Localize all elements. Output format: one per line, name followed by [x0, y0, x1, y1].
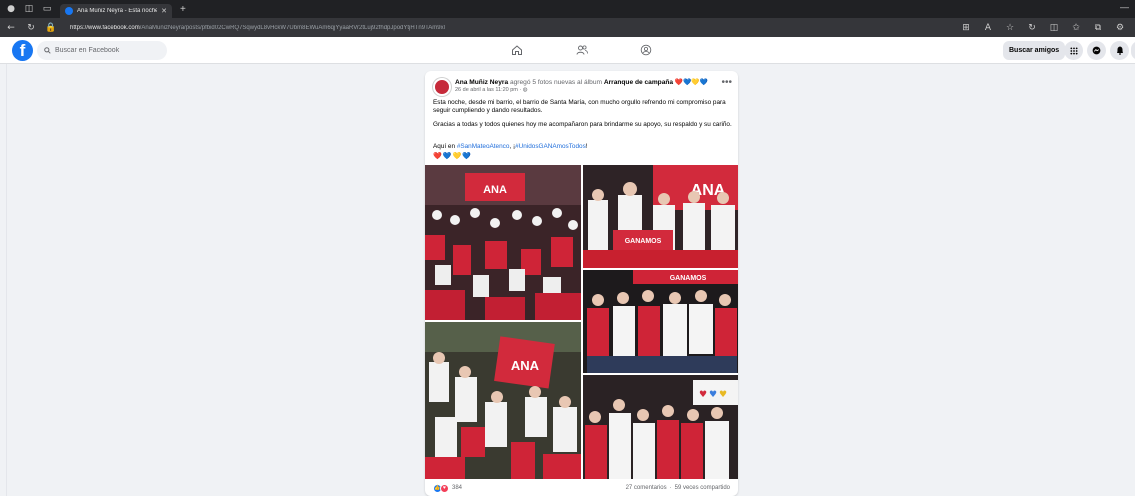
minimize-window-icon[interactable]: —: [1120, 2, 1129, 12]
groups-icon[interactable]: [639, 43, 653, 57]
photo-group-bottom-right[interactable]: ♥ ♥ ♥: [583, 375, 738, 479]
reaction-count[interactable]: 384: [452, 485, 462, 491]
browser-address-bar: ← ↻ 🔒 https://www.facebook.com/AnaMunizN…: [0, 18, 1135, 37]
search-input[interactable]: [55, 47, 155, 54]
post-date[interactable]: 26 de abril a las 11:20 pm: [455, 87, 518, 93]
hashtags-prefix: Aquí en: [433, 143, 457, 150]
post-timestamp[interactable]: 26 de abril a las 11:20 pm · ◍: [455, 87, 528, 93]
hashtag-san-mateo-atenco[interactable]: #SanMateoAtenco: [457, 143, 510, 150]
post-author-line: Ana Muñiz Neyra agregó 5 fotos nuevas al…: [455, 78, 713, 86]
post-card: Ana Muñiz Neyra agregó 5 fotos nuevas al…: [425, 71, 738, 496]
banner-ana-text-1: ANA: [483, 184, 507, 196]
heart-blue-icon: 💙: [442, 153, 452, 160]
friends-icon[interactable]: [575, 43, 589, 57]
more-options-icon[interactable]: •••: [721, 77, 732, 88]
profile-avatar-edge[interactable]: [1131, 41, 1135, 60]
post-paragraph-1: Esta noche, desde mi barrio, el barrio d…: [433, 99, 726, 115]
heart-lightblue-icon: 💙: [462, 153, 471, 160]
banner-ana-text-3: ANA: [511, 358, 540, 373]
photo-crowd-bottom-left[interactable]: ANA: [425, 322, 581, 479]
post-footer: 👍 ♥ 384 27 comentarios · 59 veces compar…: [425, 480, 738, 496]
back-icon[interactable]: ←: [6, 23, 16, 33]
menu-grid-icon[interactable]: [1064, 41, 1083, 60]
find-friends-button[interactable]: Buscar amigos: [1003, 41, 1066, 60]
close-tab-icon[interactable]: ✕: [161, 7, 167, 15]
post-paragraph-2: Gracias a todas y todos quienes hoy me a…: [433, 121, 732, 128]
heart-red-icon: ❤️: [433, 153, 442, 160]
split-screen-icon[interactable]: ◫: [1049, 23, 1059, 33]
app-available-icon[interactable]: ⊞: [961, 23, 971, 33]
author-name[interactable]: Ana Muñiz Neyra: [455, 79, 508, 86]
facebook-favicon-icon: [65, 7, 73, 15]
url-field[interactable]: https://www.facebook.com/AnaMunizNeyra/p…: [70, 25, 951, 31]
globe-icon: ◍: [522, 87, 528, 93]
page-left-edge: [0, 64, 7, 496]
author-avatar[interactable]: [433, 78, 451, 96]
settings-icon[interactable]: ⚙: [1115, 23, 1125, 33]
messenger-icon[interactable]: [1087, 41, 1106, 60]
love-reaction-icon: ♥: [440, 483, 449, 493]
reload-icon[interactable]: ↻: [26, 23, 36, 33]
comments-count[interactable]: 27 comentarios: [626, 485, 667, 491]
svg-text:♥: ♥: [699, 390, 707, 400]
album-link[interactable]: Arranque de campaña: [604, 79, 673, 86]
hearts-row: ❤️ 💙 💛 💙: [433, 153, 471, 160]
svg-text:♥: ♥: [719, 390, 727, 400]
lock-icon[interactable]: 🔒: [45, 23, 56, 33]
footer-separator: ·: [669, 485, 672, 491]
post-action-text: agregó 5 fotos nuevas al álbum: [508, 79, 604, 86]
album-heart-yellow-icon: 💛: [691, 79, 700, 86]
photo-podium-top-right[interactable]: ANA GANAMOS: [583, 165, 738, 268]
photo-crowd-top-left[interactable]: ANA: [425, 165, 581, 320]
collections-icon[interactable]: ⧉: [1093, 23, 1103, 33]
hashtags-suffix: !: [585, 143, 588, 150]
post-hashtags-line: Aquí en #SanMateoAtenco, ¡#UnidosGANAmos…: [433, 143, 733, 151]
facebook-logo-icon[interactable]: f: [12, 40, 33, 61]
facebook-header: f Buscar amigos: [0, 37, 1135, 64]
hashtag-unidos-ganamos-todos[interactable]: #UnidosGANAmosTodos: [515, 143, 586, 150]
url-domain: https://www.facebook.com: [70, 24, 140, 31]
svg-text:♥: ♥: [709, 390, 717, 400]
reactions-summary[interactable]: 👍 ♥: [433, 483, 449, 493]
album-heart-red-icon: ❤️: [674, 79, 684, 86]
favorites-icon[interactable]: ✩: [1071, 23, 1081, 33]
banner-ganamos-text-2: GANAMOS: [670, 275, 707, 282]
home-icon[interactable]: [510, 43, 524, 57]
browser-tab-bar: ● ◫ ▭ Ana Muñiz Neyra - Esta noche, d ✕ …: [0, 0, 1135, 18]
heart-yellow-icon: 💛: [452, 153, 462, 160]
banner-ganamos-text-1: GANAMOS: [625, 238, 662, 245]
photo-group-middle-right[interactable]: GANAMOS: [583, 270, 738, 373]
search-box[interactable]: [37, 41, 167, 60]
url-path: /AnaMunizNeyra/posts/pfbid02CwRQ7SqwydL8…: [139, 24, 445, 31]
favorite-star-icon[interactable]: ☆: [1005, 23, 1015, 33]
workspaces-icon[interactable]: ◫: [24, 4, 34, 14]
refresh-extension-icon[interactable]: ↻: [1027, 23, 1037, 33]
tab-title: Ana Muñiz Neyra - Esta noche, d: [77, 8, 158, 14]
tab-actions-icon[interactable]: ▭: [42, 4, 52, 14]
shares-count[interactable]: 59 veces compartido: [675, 485, 730, 491]
profile-icon[interactable]: ●: [6, 4, 16, 14]
photo-grid: ANA ANA GANAMOS GANAMOS ANA ♥ ♥ ♥: [425, 165, 738, 479]
notifications-bell-icon[interactable]: [1110, 41, 1129, 60]
browser-tab[interactable]: Ana Muñiz Neyra - Esta noche, d ✕: [60, 4, 172, 18]
new-tab-icon[interactable]: +: [180, 4, 186, 15]
search-icon: [44, 47, 51, 54]
album-heart-lightblue-icon: 💙: [699, 79, 708, 86]
read-aloud-icon[interactable]: A: [983, 23, 993, 33]
